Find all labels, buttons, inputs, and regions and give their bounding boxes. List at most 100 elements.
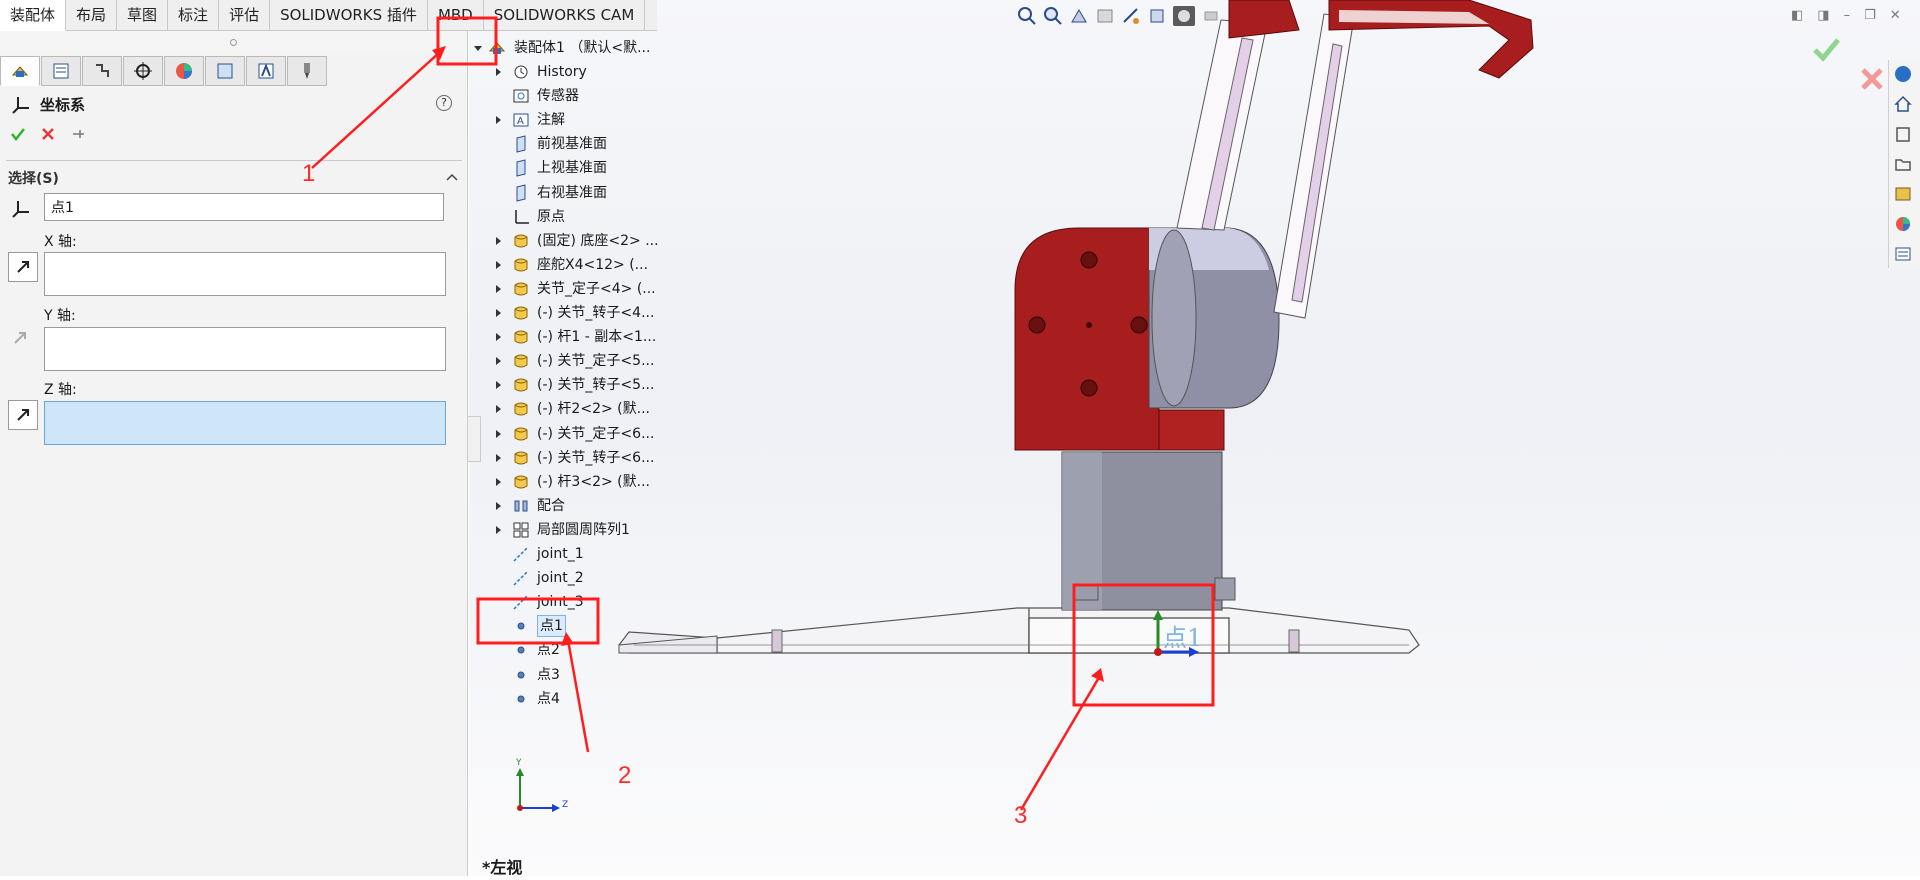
y-axis-reverse-button[interactable]	[12, 330, 28, 350]
expand-arrow-icon[interactable]	[496, 525, 501, 534]
expand-arrow-icon[interactable]	[496, 68, 501, 76]
cancel-x-icon[interactable]	[40, 126, 56, 146]
restore-icon[interactable]: ❐	[1864, 8, 1876, 23]
origin-selection-field[interactable]: 点1	[44, 193, 444, 221]
design-library-icon[interactable]	[1889, 120, 1917, 148]
tab-configurationmanager[interactable]	[82, 56, 122, 86]
expand-arrow-icon[interactable]	[496, 284, 501, 293]
tree-item-label: joint_2	[537, 570, 584, 587]
minimize-icon[interactable]: –	[1844, 8, 1851, 23]
custom-properties-icon[interactable]	[1889, 240, 1917, 268]
assembly-icon	[488, 42, 506, 54]
tree-item-label: 前视基准面	[537, 136, 607, 153]
tile-left-icon[interactable]: ◧	[1791, 8, 1803, 23]
tree-item-label: (-) 关节_转子<5...	[537, 377, 655, 394]
tab-display-manager[interactable]	[164, 56, 204, 86]
z-axis-selection-field[interactable]	[44, 401, 446, 445]
collapse-arrow-icon[interactable]	[474, 46, 482, 51]
x-axis-selection-field[interactable]	[44, 252, 446, 296]
view-palette-icon[interactable]	[1889, 180, 1917, 208]
property-manager-panel	[0, 31, 468, 876]
tab-cam-feature-tree[interactable]	[205, 56, 245, 86]
tab-layout[interactable]: 布局	[66, 0, 118, 30]
expand-arrow-icon[interactable]	[496, 429, 501, 438]
part-icon	[514, 330, 528, 344]
z-axis-reverse-button[interactable]	[8, 400, 38, 430]
x-axis-reverse-button[interactable]	[8, 252, 38, 282]
tree-item-label: (-) 关节_定子<6...	[537, 425, 655, 442]
part-icon	[514, 354, 528, 368]
expand-arrow-icon[interactable]	[496, 501, 501, 510]
panel-splitter[interactable]	[0, 31, 467, 53]
tree-item-label: 点4	[537, 690, 560, 707]
expand-arrow-icon[interactable]	[496, 333, 501, 342]
axis-icon	[513, 546, 529, 562]
tab-featuremanager[interactable]	[0, 56, 40, 86]
propertymanager-icon	[53, 63, 69, 79]
zoom-to-fit-icon[interactable]	[1017, 6, 1037, 26]
tab-evaluate[interactable]: 评估	[219, 0, 271, 30]
expand-arrow-icon[interactable]	[496, 381, 501, 390]
expand-arrow-icon[interactable]	[496, 477, 501, 486]
tab-cam-operation-tree[interactable]	[246, 56, 286, 86]
mate-icon	[514, 500, 528, 512]
previous-view-icon[interactable]	[1069, 6, 1089, 26]
view-orientation-icon[interactable]	[1147, 6, 1167, 26]
tab-sketch[interactable]: 草图	[117, 0, 169, 30]
expand-arrow-icon[interactable]	[496, 116, 501, 125]
tab-mbd[interactable]: MBD	[428, 0, 484, 30]
pushpin-icon[interactable]	[70, 126, 86, 146]
help-icon[interactable]: ?	[436, 95, 452, 111]
collapse-section-icon[interactable]	[446, 170, 458, 186]
expand-arrow-icon[interactable]	[496, 236, 501, 245]
file-explorer-icon[interactable]	[1889, 150, 1917, 178]
plane-icon	[516, 135, 526, 153]
view-name-label: *左视	[482, 858, 523, 877]
expand-arrow-icon[interactable]	[496, 453, 501, 462]
dynamic-annotation-icon[interactable]	[1121, 6, 1141, 26]
tile-right-icon[interactable]: ◨	[1817, 8, 1829, 23]
tree-item-label: 点2	[537, 642, 560, 659]
featuremanager-icon	[11, 66, 29, 77]
tab-propertymanager[interactable]	[41, 56, 81, 86]
ok-check-icon[interactable]	[10, 126, 26, 146]
appearances-icon[interactable]	[1889, 210, 1917, 238]
annotation-number-1: 1	[302, 160, 316, 187]
reject-icon[interactable]	[1859, 66, 1885, 96]
home-icon[interactable]	[1889, 90, 1917, 118]
cam-tool-icon	[304, 63, 310, 79]
solidworks-resources-icon[interactable]	[1889, 60, 1917, 88]
tree-item-label: 配合	[537, 497, 565, 514]
point-icon	[517, 671, 525, 678]
point-tag-label: 点1	[1163, 624, 1203, 652]
y-axis-selection-field[interactable]	[44, 327, 446, 371]
hide-show-items-icon[interactable]	[1201, 6, 1221, 26]
tab-solidworks-addins[interactable]: SOLIDWORKS 插件	[270, 0, 428, 30]
close-icon[interactable]: ✕	[1890, 8, 1901, 23]
tab-solidworks-cam[interactable]: SOLIDWORKS CAM	[484, 0, 646, 30]
tab-cam-tools-tree[interactable]	[287, 56, 327, 86]
flyout-tree-handle[interactable]	[467, 416, 481, 462]
heads-up-toolbar	[1017, 6, 1221, 26]
accept-icon[interactable]	[1811, 34, 1841, 68]
triad-z-label: Z	[562, 800, 569, 810]
expand-arrow-icon[interactable]	[496, 405, 501, 414]
tab-dimxpert[interactable]	[123, 56, 163, 86]
tab-assembly[interactable]: 装配体	[0, 0, 67, 31]
svg-text:A: A	[517, 116, 524, 127]
zoom-area-icon[interactable]	[1043, 6, 1063, 26]
tree-item-label: 传感器	[537, 88, 579, 105]
expand-arrow-icon[interactable]	[496, 309, 501, 317]
section-view-icon[interactable]	[1095, 6, 1115, 26]
history-icon	[514, 65, 528, 79]
pattern-icon	[513, 522, 529, 538]
part-icon	[514, 282, 528, 296]
tree-item-label: (-) 杆3<2> (默...	[537, 473, 650, 490]
tree-item-label: (-) 关节_转子<6...	[537, 449, 655, 466]
tab-markup[interactable]: 标注	[168, 0, 220, 30]
display-style-icon[interactable]	[1173, 6, 1195, 26]
tree-item-label: 局部圆周阵列1	[537, 521, 630, 538]
expand-arrow-icon[interactable]	[496, 260, 501, 269]
expand-arrow-icon[interactable]	[496, 357, 501, 366]
robot-base-plate	[618, 607, 1420, 654]
